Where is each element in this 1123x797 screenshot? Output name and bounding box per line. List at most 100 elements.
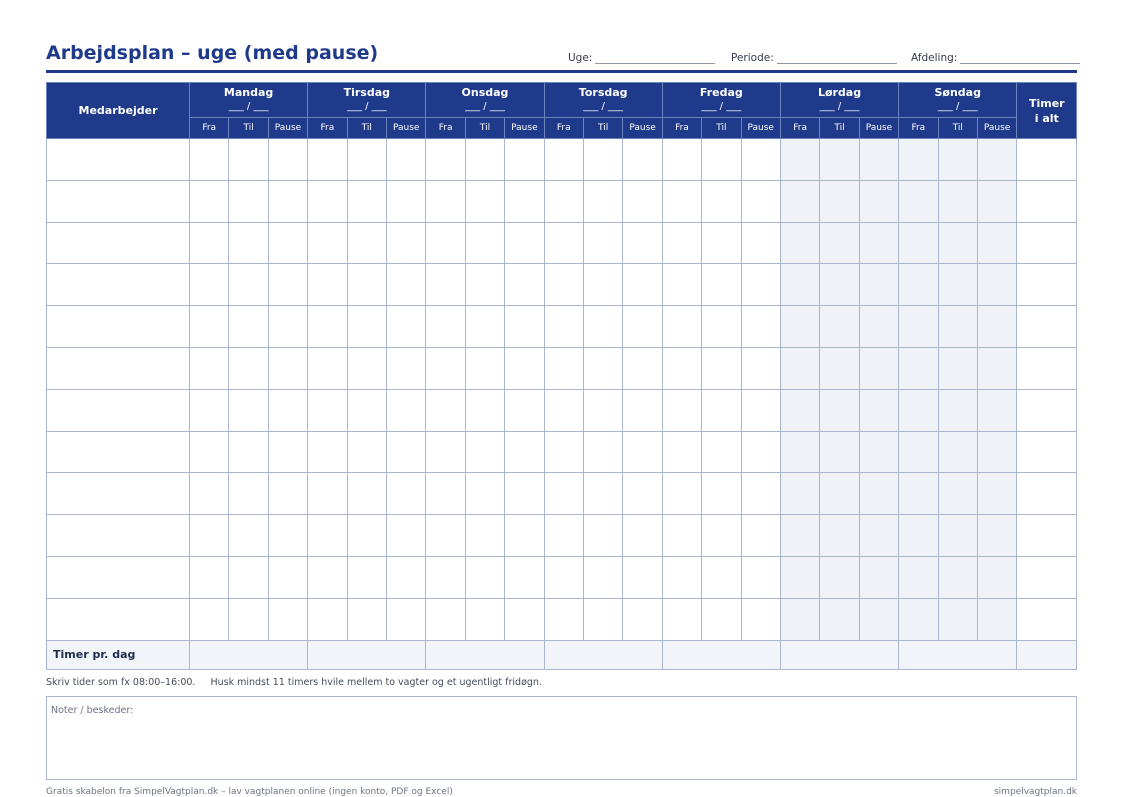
time-cell[interactable]	[267, 346, 309, 390]
department-field[interactable]: Afdeling:	[911, 52, 1081, 64]
time-cell[interactable]	[504, 138, 545, 181]
time-cell[interactable]	[425, 555, 466, 599]
time-cell[interactable]	[779, 430, 821, 474]
time-cell[interactable]	[858, 305, 900, 348]
time-cell[interactable]	[898, 138, 939, 181]
time-cell[interactable]	[701, 221, 742, 265]
time-cell[interactable]	[228, 346, 269, 390]
time-cell[interactable]	[622, 221, 663, 265]
time-cell[interactable]	[504, 514, 545, 557]
time-cell[interactable]	[819, 597, 860, 641]
time-cell[interactable]	[622, 305, 663, 348]
time-cell[interactable]	[898, 305, 939, 348]
total-hours-cell[interactable]	[1016, 430, 1078, 474]
time-cell[interactable]	[701, 388, 742, 432]
time-cell[interactable]	[267, 597, 309, 641]
time-cell[interactable]	[464, 388, 506, 432]
time-cell[interactable]	[385, 138, 427, 181]
time-cell[interactable]	[188, 138, 230, 181]
daily-hours-cell[interactable]	[543, 639, 663, 670]
time-cell[interactable]	[385, 305, 427, 348]
total-hours-cell[interactable]	[1016, 179, 1078, 223]
time-cell[interactable]	[504, 305, 545, 348]
time-cell[interactable]	[858, 221, 900, 265]
time-cell[interactable]	[582, 388, 624, 432]
time-cell[interactable]	[976, 305, 1018, 348]
time-cell[interactable]	[819, 179, 860, 223]
employee-cell[interactable]	[46, 597, 190, 641]
time-cell[interactable]	[898, 430, 939, 474]
time-cell[interactable]	[779, 221, 821, 265]
time-cell[interactable]	[582, 472, 624, 516]
time-cell[interactable]	[582, 263, 624, 307]
time-cell[interactable]	[779, 263, 821, 307]
time-cell[interactable]	[937, 179, 978, 223]
time-cell[interactable]	[425, 179, 466, 223]
time-cell[interactable]	[504, 263, 545, 307]
time-cell[interactable]	[307, 472, 348, 516]
time-cell[interactable]	[701, 430, 742, 474]
time-cell[interactable]	[661, 346, 703, 390]
time-cell[interactable]	[504, 555, 545, 599]
total-hours-cell[interactable]	[1016, 597, 1078, 641]
time-cell[interactable]	[582, 555, 624, 599]
time-cell[interactable]	[307, 138, 348, 181]
time-cell[interactable]	[188, 263, 230, 307]
time-cell[interactable]	[937, 430, 978, 474]
time-cell[interactable]	[543, 430, 584, 474]
time-cell[interactable]	[504, 388, 545, 432]
time-cell[interactable]	[661, 597, 703, 641]
weekly-total-cell[interactable]	[1016, 639, 1078, 670]
employee-cell[interactable]	[46, 221, 190, 265]
time-cell[interactable]	[898, 472, 939, 516]
time-cell[interactable]	[307, 346, 348, 390]
time-cell[interactable]	[701, 305, 742, 348]
time-cell[interactable]	[819, 221, 860, 265]
employee-cell[interactable]	[46, 263, 190, 307]
time-cell[interactable]	[740, 138, 781, 181]
time-cell[interactable]	[307, 597, 348, 641]
time-cell[interactable]	[346, 555, 387, 599]
time-cell[interactable]	[228, 221, 269, 265]
time-cell[interactable]	[267, 221, 309, 265]
time-cell[interactable]	[937, 263, 978, 307]
time-cell[interactable]	[385, 179, 427, 223]
time-cell[interactable]	[464, 472, 506, 516]
time-cell[interactable]	[779, 179, 821, 223]
time-cell[interactable]	[385, 221, 427, 265]
time-cell[interactable]	[898, 514, 939, 557]
time-cell[interactable]	[976, 179, 1018, 223]
time-cell[interactable]	[937, 305, 978, 348]
time-cell[interactable]	[228, 263, 269, 307]
period-field[interactable]: Periode:	[731, 52, 897, 64]
time-cell[interactable]	[425, 388, 466, 432]
time-cell[interactable]	[228, 388, 269, 432]
time-cell[interactable]	[937, 346, 978, 390]
time-cell[interactable]	[582, 305, 624, 348]
time-cell[interactable]	[543, 179, 584, 223]
time-cell[interactable]	[858, 346, 900, 390]
time-cell[interactable]	[740, 514, 781, 557]
time-cell[interactable]	[858, 138, 900, 181]
time-cell[interactable]	[937, 514, 978, 557]
time-cell[interactable]	[425, 305, 466, 348]
total-hours-cell[interactable]	[1016, 472, 1078, 516]
department-input-line[interactable]	[960, 53, 1081, 64]
time-cell[interactable]	[819, 472, 860, 516]
time-cell[interactable]	[385, 388, 427, 432]
time-cell[interactable]	[819, 346, 860, 390]
time-cell[interactable]	[740, 555, 781, 599]
time-cell[interactable]	[188, 597, 230, 641]
time-cell[interactable]	[307, 179, 348, 223]
time-cell[interactable]	[346, 138, 387, 181]
time-cell[interactable]	[661, 263, 703, 307]
time-cell[interactable]	[937, 221, 978, 265]
time-cell[interactable]	[661, 388, 703, 432]
time-cell[interactable]	[858, 472, 900, 516]
time-cell[interactable]	[307, 305, 348, 348]
time-cell[interactable]	[188, 430, 230, 474]
period-input-line[interactable]	[776, 53, 897, 64]
time-cell[interactable]	[976, 472, 1018, 516]
employee-cell[interactable]	[46, 555, 190, 599]
time-cell[interactable]	[543, 388, 584, 432]
